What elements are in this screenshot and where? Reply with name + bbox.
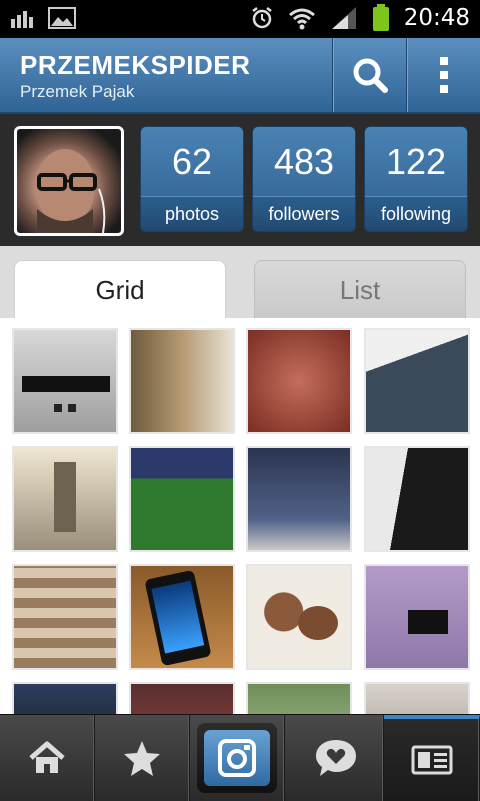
- full-name: Przemek Pajak: [20, 82, 135, 101]
- alarm-icon: [251, 7, 272, 29]
- profile-card-icon: [411, 745, 452, 775]
- phone-screen: [151, 580, 205, 654]
- bottom-navigation: [0, 714, 480, 801]
- following-label: following: [365, 196, 467, 231]
- photo-thumbnail[interactable]: [246, 328, 352, 434]
- profile-summary: 62 photos 483 followers 122 following: [0, 114, 480, 246]
- wall-socket: [68, 404, 76, 412]
- search-icon: [353, 58, 388, 93]
- followers-count-button[interactable]: 483 followers: [252, 126, 356, 232]
- nav-camera[interactable]: [190, 715, 285, 801]
- photo-thumbnail[interactable]: [129, 446, 235, 552]
- tv-set: [408, 610, 448, 634]
- nav-profile[interactable]: [384, 715, 480, 801]
- photo-thumbnail[interactable]: [364, 682, 470, 714]
- photo-grid: [0, 318, 480, 714]
- following-count-button[interactable]: 122 following: [364, 126, 468, 232]
- photo-thumbnail[interactable]: [12, 446, 118, 552]
- username: PRZEMEKSPIDER: [20, 50, 251, 80]
- camera-icon: [218, 739, 256, 777]
- view-tabs: Grid List: [0, 246, 480, 319]
- following-count: 122: [385, 141, 447, 182]
- nav-home[interactable]: [0, 715, 95, 801]
- nav-activity[interactable]: [289, 715, 384, 801]
- camera-button-face: [204, 730, 270, 786]
- star-icon: [124, 741, 160, 776]
- food-patty: [298, 606, 338, 640]
- photo-thumbnail[interactable]: [364, 564, 470, 670]
- tower: [54, 462, 76, 532]
- followers-count: 483: [273, 141, 335, 182]
- heart-bubble-icon: [316, 740, 356, 776]
- photo-thumbnail[interactable]: [129, 682, 235, 714]
- photo-thumbnail[interactable]: [364, 328, 470, 434]
- battery-icon: [372, 4, 389, 31]
- photo-thumbnail[interactable]: [246, 682, 352, 714]
- photo-thumbnail[interactable]: [12, 564, 118, 670]
- photo-thumbnail[interactable]: [129, 564, 235, 670]
- status-bar: 20:48: [0, 0, 480, 38]
- cell-signal-icon: [331, 7, 356, 29]
- nav-popular[interactable]: [95, 715, 190, 801]
- profile-header: PRZEMEKSPIDER Przemek Pajak: [0, 38, 480, 114]
- photo-thumbnail[interactable]: [12, 328, 118, 434]
- photo-thumbnail[interactable]: [129, 328, 235, 434]
- photos-count: 62: [171, 141, 213, 182]
- wifi-icon: [288, 8, 315, 30]
- tab-grid[interactable]: Grid: [14, 260, 226, 319]
- tab-list[interactable]: List: [254, 260, 466, 319]
- photos-count-button[interactable]: 62 photos: [140, 126, 244, 232]
- followers-label: followers: [253, 196, 355, 231]
- photo-thumbnail[interactable]: [12, 682, 118, 714]
- photo-thumbnail[interactable]: [246, 446, 352, 552]
- profile-photo: [35, 149, 106, 233]
- photos-label: photos: [141, 196, 243, 231]
- image-icon: [48, 7, 76, 29]
- led-display: [22, 376, 110, 392]
- overflow-menu-button[interactable]: [406, 38, 480, 112]
- photo-thumbnail[interactable]: [364, 446, 470, 552]
- home-icon: [29, 741, 65, 773]
- search-button[interactable]: [332, 38, 407, 112]
- wall-socket: [54, 404, 62, 412]
- signal-bars-icon: [11, 11, 33, 28]
- overflow-menu-icon: [440, 57, 448, 93]
- smartphone: [144, 569, 212, 667]
- photo-thumbnail[interactable]: [246, 564, 352, 670]
- avatar[interactable]: [14, 126, 124, 236]
- clock: 20:48: [403, 5, 470, 31]
- camera-button-frame: [197, 723, 277, 793]
